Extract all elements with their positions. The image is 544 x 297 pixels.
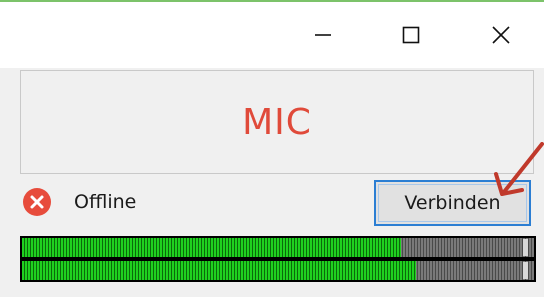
level-meter-left: [22, 238, 534, 257]
connect-button-label: Verbinden: [404, 192, 501, 214]
status-text: Offline: [74, 191, 137, 213]
error-circle-icon: [22, 187, 52, 217]
minimize-icon: [315, 34, 331, 36]
level-meter-left-fill: [22, 238, 401, 257]
minimize-button[interactable]: [290, 2, 356, 68]
mic-label: MIC: [242, 101, 312, 143]
close-icon: [492, 26, 510, 44]
title-bar[interactable]: [0, 2, 544, 68]
maximize-icon: [402, 26, 420, 44]
level-meter-right: [22, 261, 534, 280]
status-row: Offline: [22, 187, 136, 217]
maximize-button[interactable]: [378, 2, 444, 68]
level-meter-right-peak: [523, 262, 528, 279]
level-meter-left-peak: [523, 239, 528, 256]
level-meter: [20, 236, 536, 282]
client-area: MIC Offline Verbinden: [0, 68, 544, 297]
close-button[interactable]: [468, 2, 534, 68]
level-meter-right-fill: [22, 261, 417, 280]
arrow-icon: [494, 142, 544, 196]
mic-panel: MIC: [20, 70, 534, 174]
